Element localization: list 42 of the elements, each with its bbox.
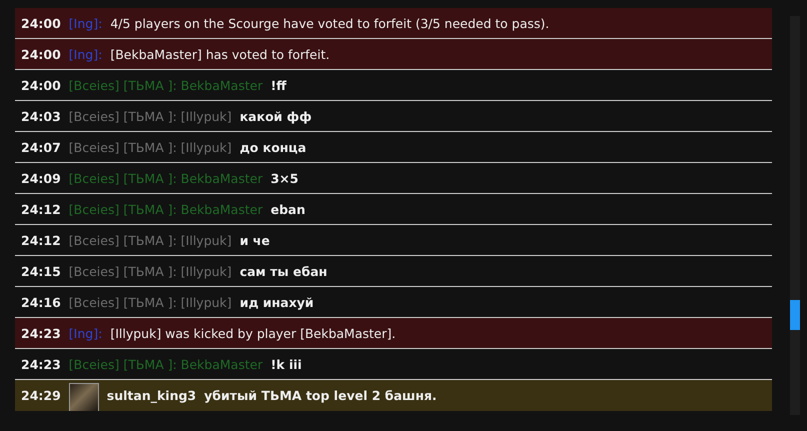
sender-name: [Bceies] [ТЬМА ]: [Illypuk] [68,232,232,248]
player-name: sultan_king3 [106,388,196,403]
system-message: [BekbaMaster] has voted to forfeit. [110,46,330,62]
scrollbar[interactable] [790,16,800,415]
sender-name: [Bceies] [ТЬМА ]: [Illypuk] [68,108,232,124]
system-message: [Illypuk] was kicked by player [BekbaMaster]. [110,326,396,340]
avatar-placeholder [68,383,99,411]
timestamp: 24:00 [21,46,61,62]
chat-message: eban [270,202,306,216]
chat-message: какой фф [240,108,312,124]
timestamp: 24:00 [21,16,61,30]
channel-tag: [Ing]: [68,16,102,30]
system-message: 4/5 players on the Scourge have voted to forfeit (3/5 needed to pass). [110,16,550,30]
chat-message: 3×5 [270,170,298,186]
sender-name: [Bceies] [ТЬМА ]: [Illypuk] [68,264,232,278]
chat-message: и че [240,232,270,248]
sender-name: [Bceies] [ТЬМА ]: [Illypuk] [68,140,232,154]
timestamp: 24:00 [21,78,61,92]
scrollbar-thumb[interactable] [790,300,800,330]
sender-name: [Bceies] [ТЬМА ]: BekbaMaster [68,202,263,216]
timestamp: 24:23 [21,356,61,372]
chat-message: сам ты ебан [240,264,328,278]
timestamp: 24:23 [21,326,61,340]
timestamp: 24:03 [21,108,61,124]
timestamp: 24:12 [21,202,61,216]
timestamp: 24:15 [21,264,61,278]
timestamp: 24:12 [21,232,61,248]
sender-name: [Bceies] [ТЬМА ]: BekbaMaster [68,170,263,186]
sender-name: [Bceies] [ТЬМА ]: BekbaMaster [68,356,263,372]
chat-message: ид инахуй [240,294,314,310]
timestamp: 24:07 [21,140,61,154]
timestamp: 24:16 [21,294,61,310]
kill-message: убитый ТЬМА top level 2 башня. [204,388,437,403]
timestamp: 24:29 [21,388,61,403]
chat-message: !k iii [270,356,302,372]
channel-tag: [Ing]: [68,326,102,340]
sender-name: [Bceies] [ТЬМА ]: [Illypuk] [68,294,232,310]
channel-tag: [Ing]: [68,46,102,62]
sender-name: [Bceies] [ТЬМА ]: BekbaMaster [68,78,263,92]
chat-message: до конца [240,140,306,154]
timestamp: 24:09 [21,170,61,186]
chat-message: !ff [270,78,286,92]
